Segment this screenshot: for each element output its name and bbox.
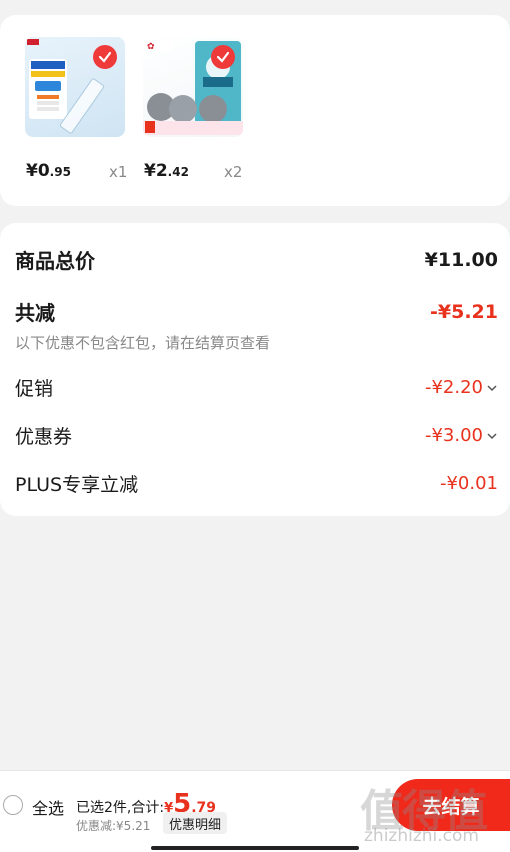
select-all-label[interactable]: 全选 [32, 795, 64, 819]
chevron-down-icon [487, 384, 497, 391]
discount-note: 以下优惠不包含红包，请在结算页查看 [15, 334, 271, 352]
steel-wool-product-image[interactable]: ✿ [143, 37, 243, 137]
selected-count-text: 已选2件,合计: [76, 800, 165, 816]
home-indicator [151, 846, 359, 850]
product-item[interactable]: ✿ [143, 37, 243, 137]
total-discount-value: -¥5.21 [430, 300, 498, 323]
discount-detail-button[interactable]: 优惠明细 [163, 812, 228, 834]
total-discount-row: 共减 -¥5.21 [15, 297, 498, 326]
checkout-button[interactable]: 去结算 [392, 779, 510, 831]
product-quantity: x2 [224, 163, 243, 181]
chevron-down-icon [487, 432, 497, 439]
promotion-value[interactable]: -¥2.20 [425, 377, 498, 398]
coupon-value[interactable]: -¥3.00 [425, 425, 498, 446]
total-price-label: 商品总价 [15, 249, 95, 273]
total-price-value: ¥11.00 [424, 248, 498, 271]
select-all-radio[interactable] [3, 795, 23, 815]
plus-discount-value: -¥0.01 [439, 473, 498, 494]
product-quantity: x1 [109, 163, 128, 181]
svg-text:✿: ✿ [147, 42, 155, 52]
plus-discount-label: PLUS专享立减 [15, 474, 139, 496]
product-price: ¥0.95 [26, 161, 71, 181]
coupon-label: 优惠券 [15, 426, 73, 448]
plus-discount-row: PLUS专享立减 -¥0.01 [15, 470, 498, 497]
promotion-row[interactable]: 促销 -¥2.20 [15, 374, 498, 401]
product-item[interactable] [25, 37, 125, 137]
total-discount-label: 共减 [15, 301, 55, 325]
products-card: ¥0.95 x1 ✿ ¥2.42 x2 [0, 15, 510, 206]
ruler-product-image[interactable] [25, 37, 125, 137]
total-price-row: 商品总价 ¥11.00 [15, 245, 498, 274]
product-price: ¥2.42 [144, 161, 189, 181]
selected-check-icon[interactable] [211, 45, 235, 69]
selected-check-icon[interactable] [93, 45, 117, 69]
price-summary-card: 商品总价 ¥11.00 共减 -¥5.21 以下优惠不包含红包，请在结算页查看 … [0, 223, 510, 516]
discount-amount-text: 优惠减:¥5.21 [76, 819, 151, 833]
coupon-row[interactable]: 优惠券 -¥3.00 [15, 422, 498, 449]
checkout-bar: 全选 已选2件,合计: ¥5.79 优惠减:¥5.21 优惠明细 去结算 值得值… [0, 770, 510, 852]
promotion-label: 促销 [15, 378, 54, 400]
